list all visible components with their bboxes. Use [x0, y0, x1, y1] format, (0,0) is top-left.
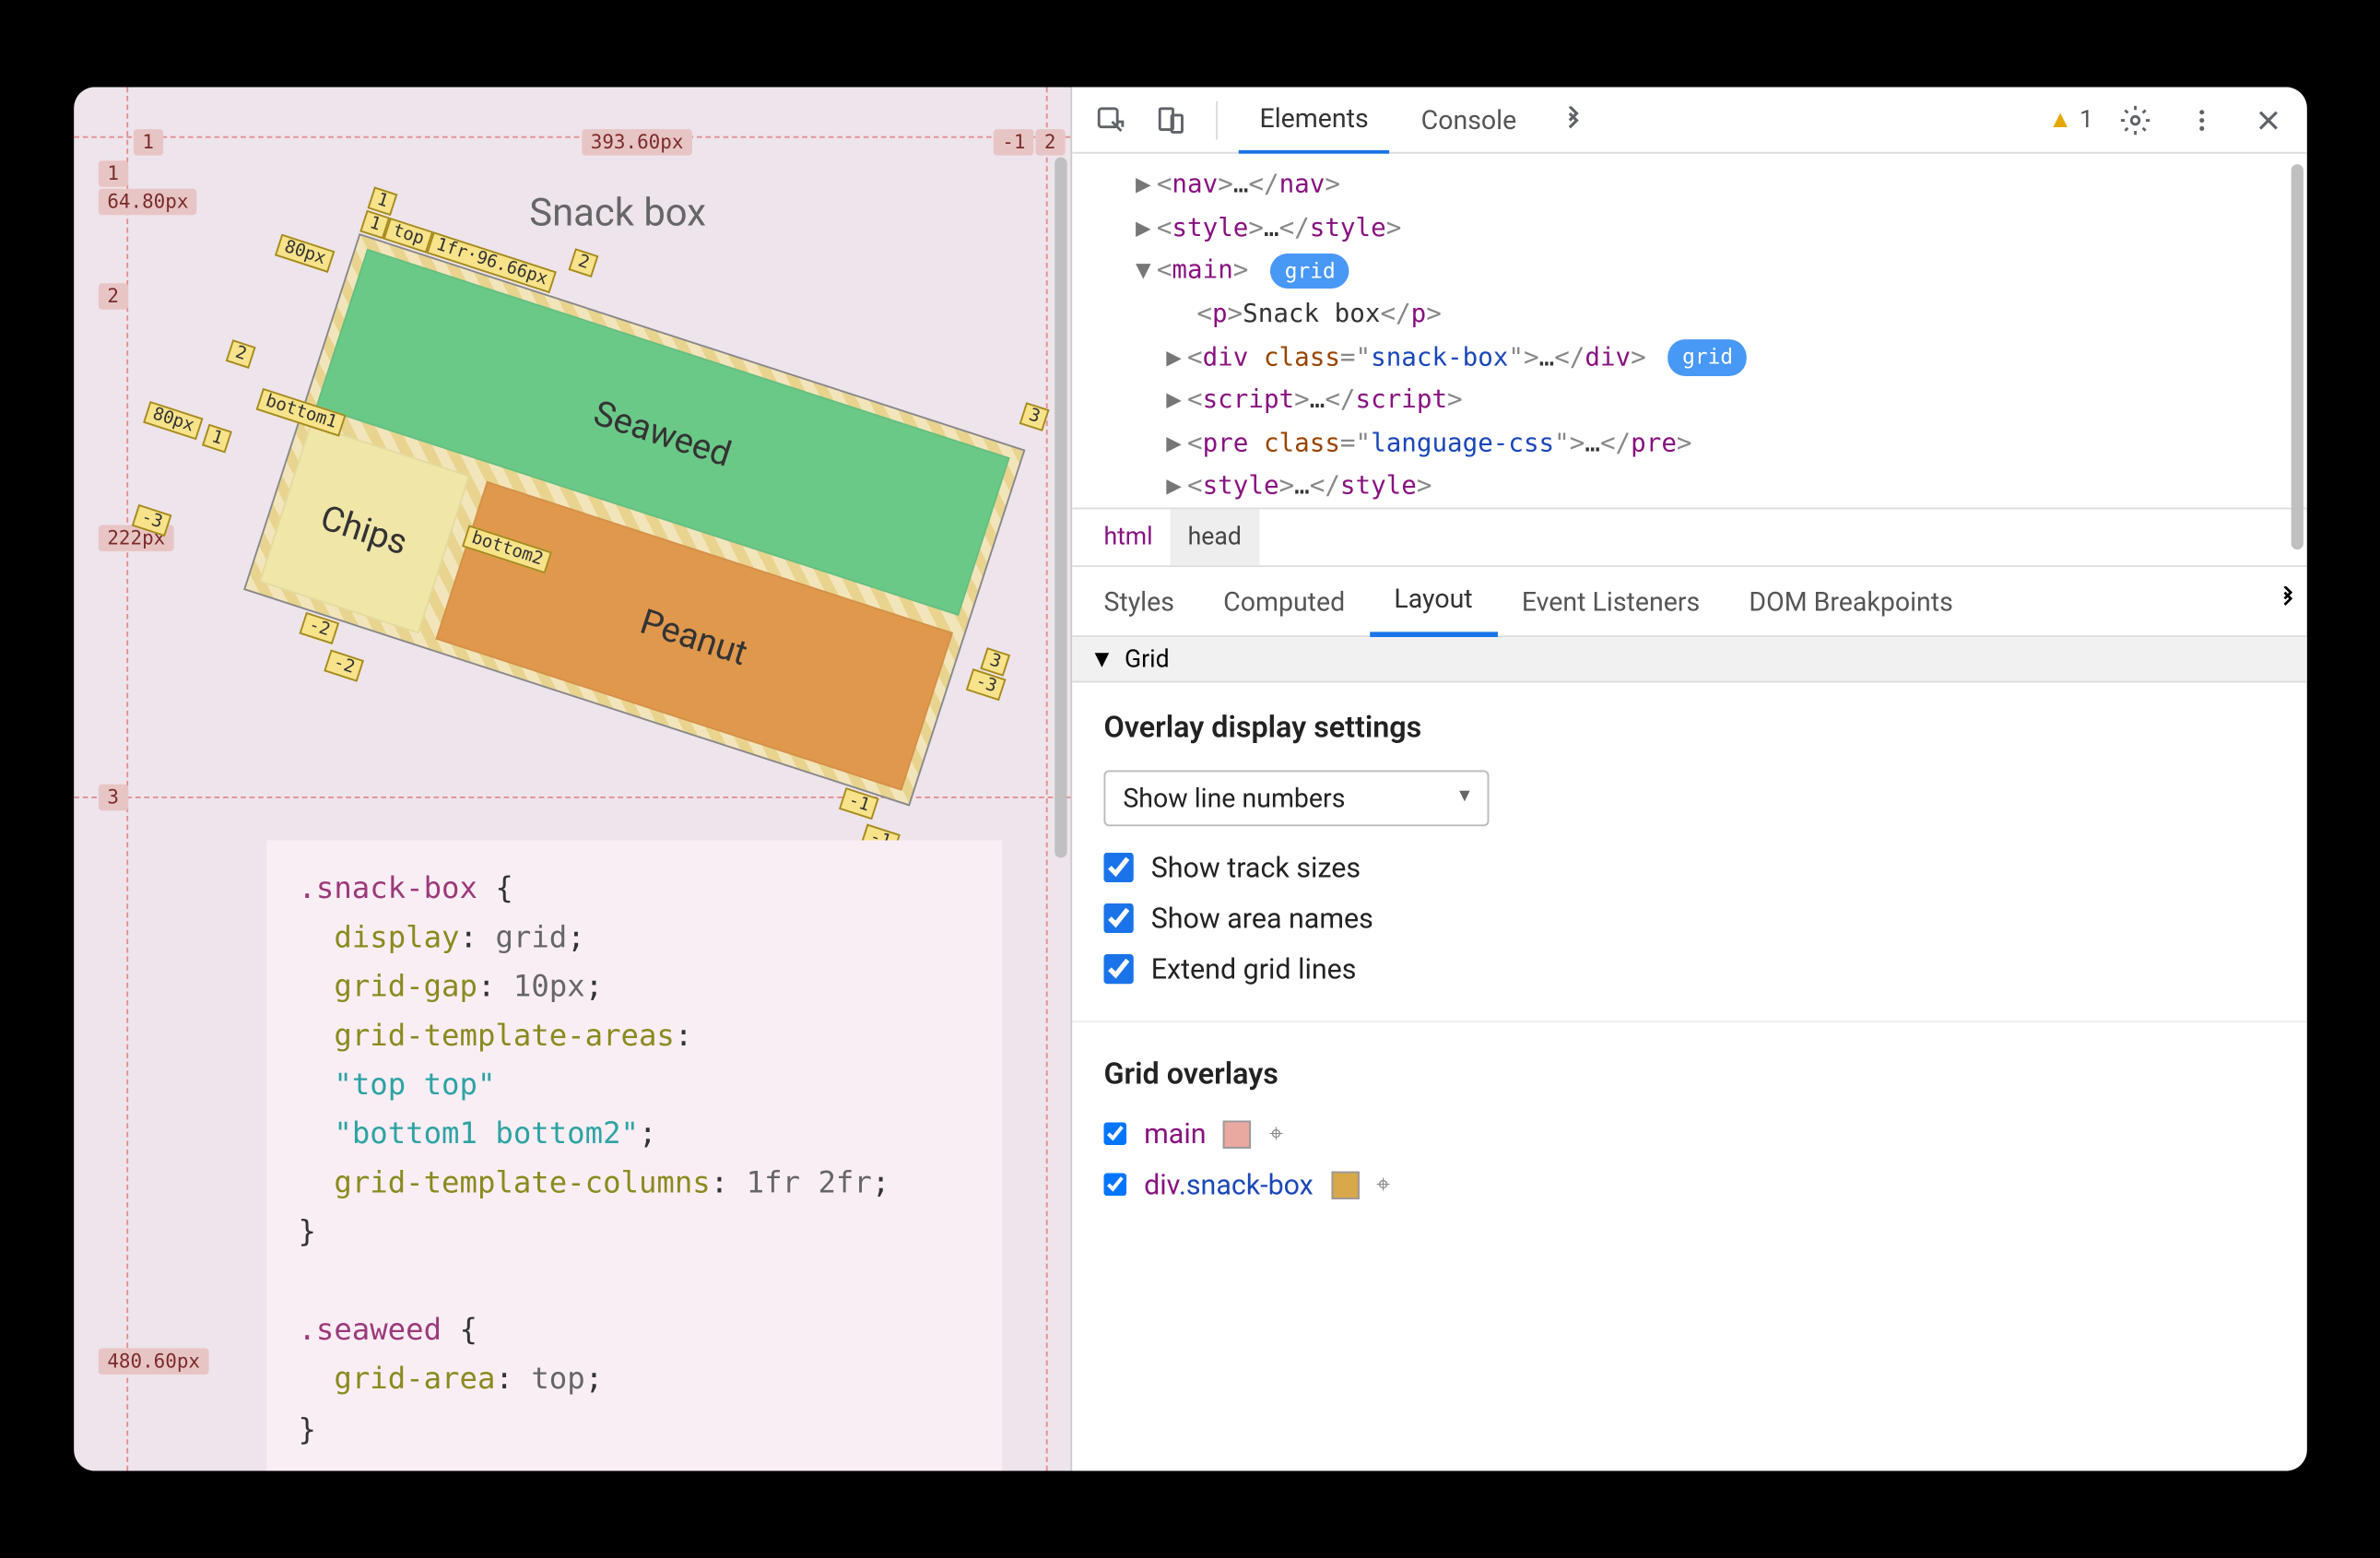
grid-section-body: Overlay display settings Show line numbe… — [1072, 683, 2307, 1247]
subtab-styles[interactable]: Styles — [1078, 566, 1198, 636]
overlay-settings-heading: Overlay display settings — [1103, 711, 2275, 746]
issues-badge[interactable]: ▲ 1 — [2048, 105, 2093, 135]
show-area-names-row[interactable]: Show area names — [1103, 902, 2275, 935]
grid-badge: 1 — [201, 424, 231, 454]
grid-width-label: 393.60px — [582, 129, 692, 156]
grid-row-badge: 80px — [143, 401, 204, 440]
breadcrumb-head[interactable]: head — [1170, 509, 1258, 565]
grid-badge: 2 — [568, 248, 598, 277]
styles-subtabs: Styles Computed Layout Event Listeners D… — [1072, 567, 2307, 637]
subtab-computed[interactable]: Computed — [1198, 566, 1369, 636]
grid-height-label: 480.60px — [98, 1349, 208, 1375]
devtools-window: 1 393.60px -1 2 1 64.80px 2 222px 3 480.… — [74, 88, 2307, 1471]
dom-breadcrumb: html head — [1072, 508, 2307, 568]
overlay-snackbox-color-swatch[interactable] — [1330, 1171, 1358, 1198]
cell-chips: Chips — [258, 424, 469, 634]
grid-line-label: 1 — [133, 129, 162, 156]
tab-console[interactable]: Console — [1399, 88, 1537, 153]
overlay-main-color-swatch[interactable] — [1223, 1120, 1251, 1148]
snack-box-grid: Seaweed bottom1 bottom2 Chips Peanut — [243, 233, 1025, 807]
disclosure-triangle-icon: ▼ — [1090, 644, 1113, 674]
devtools-toolbar: Elements Console ▲ 1 — [1072, 88, 2307, 154]
reveal-element-icon[interactable]: ⌖ — [1268, 1120, 1282, 1148]
overlay-main-checkbox[interactable] — [1103, 1122, 1126, 1145]
grid-line-label: 1 — [98, 160, 127, 187]
grid-line-label: -1 — [993, 129, 1033, 156]
grid-line-label: 2 — [98, 283, 127, 310]
extend-grid-lines-row[interactable]: Extend grid lines — [1103, 952, 2275, 986]
grid-line-label: 2 — [1035, 129, 1065, 156]
more-subtabs-icon[interactable] — [2275, 584, 2300, 618]
subtab-layout[interactable]: Layout — [1369, 566, 1496, 636]
breadcrumb-html[interactable]: html — [1086, 509, 1170, 565]
page-heading: Snack box — [529, 193, 706, 237]
close-icon[interactable] — [2244, 95, 2292, 144]
show-track-sizes-row[interactable]: Show track sizes — [1103, 851, 2275, 884]
line-numbers-select[interactable]: Show line numbers — [1103, 771, 1489, 827]
warning-icon: ▲ — [2048, 105, 2072, 135]
more-tabs-icon[interactable] — [1548, 95, 1596, 144]
grid-section-header[interactable]: ▼ Grid — [1072, 637, 2307, 682]
tab-elements[interactable]: Elements — [1238, 88, 1389, 153]
grid-row-badge: 80px — [274, 234, 335, 273]
page-viewport: 1 393.60px -1 2 1 64.80px 2 222px 3 480.… — [74, 88, 1072, 1471]
show-track-sizes-checkbox[interactable] — [1103, 853, 1133, 882]
settings-icon[interactable] — [2110, 95, 2159, 144]
grid-row-size-label: 64.80px — [98, 189, 196, 216]
devtools-panel: Elements Console ▲ 1 — [1072, 88, 2307, 1471]
grid-badge: 2 — [225, 339, 255, 369]
device-toggle-icon[interactable] — [1146, 95, 1195, 144]
reveal-element-icon[interactable]: ⌖ — [1376, 1171, 1390, 1198]
overlay-row-snackbox: div.snack-box ⌖ — [1103, 1168, 2275, 1201]
css-code-panel: .snack-box { display: grid; grid-gap: 10… — [266, 841, 1002, 1471]
extend-grid-lines-checkbox[interactable] — [1103, 954, 1133, 984]
grid-overlays-heading: Grid overlays — [1103, 1057, 2275, 1092]
dom-tree[interactable]: ▶<nav>…</nav> ▶<style>…</style> ▼<main> … — [1072, 154, 2307, 508]
overlay-row-main: main ⌖ — [1103, 1117, 2275, 1151]
overlay-snackbox-checkbox[interactable] — [1103, 1174, 1126, 1197]
grid-badge: -2 — [324, 649, 364, 681]
subtab-dom-bp[interactable]: DOM Breakpoints — [1724, 566, 1977, 636]
inspect-icon[interactable] — [1086, 95, 1135, 144]
subtab-events[interactable]: Event Listeners — [1497, 566, 1725, 636]
grid-badge: 3 — [1019, 402, 1049, 431]
grid-line-label: 3 — [98, 785, 127, 811]
show-area-names-checkbox[interactable] — [1103, 903, 1133, 933]
grid-stage: 1 1 top 1fr·96.66px 2 2fr·193.32px 3 3 -… — [243, 233, 1025, 807]
kebab-menu-icon[interactable] — [2177, 95, 2226, 144]
